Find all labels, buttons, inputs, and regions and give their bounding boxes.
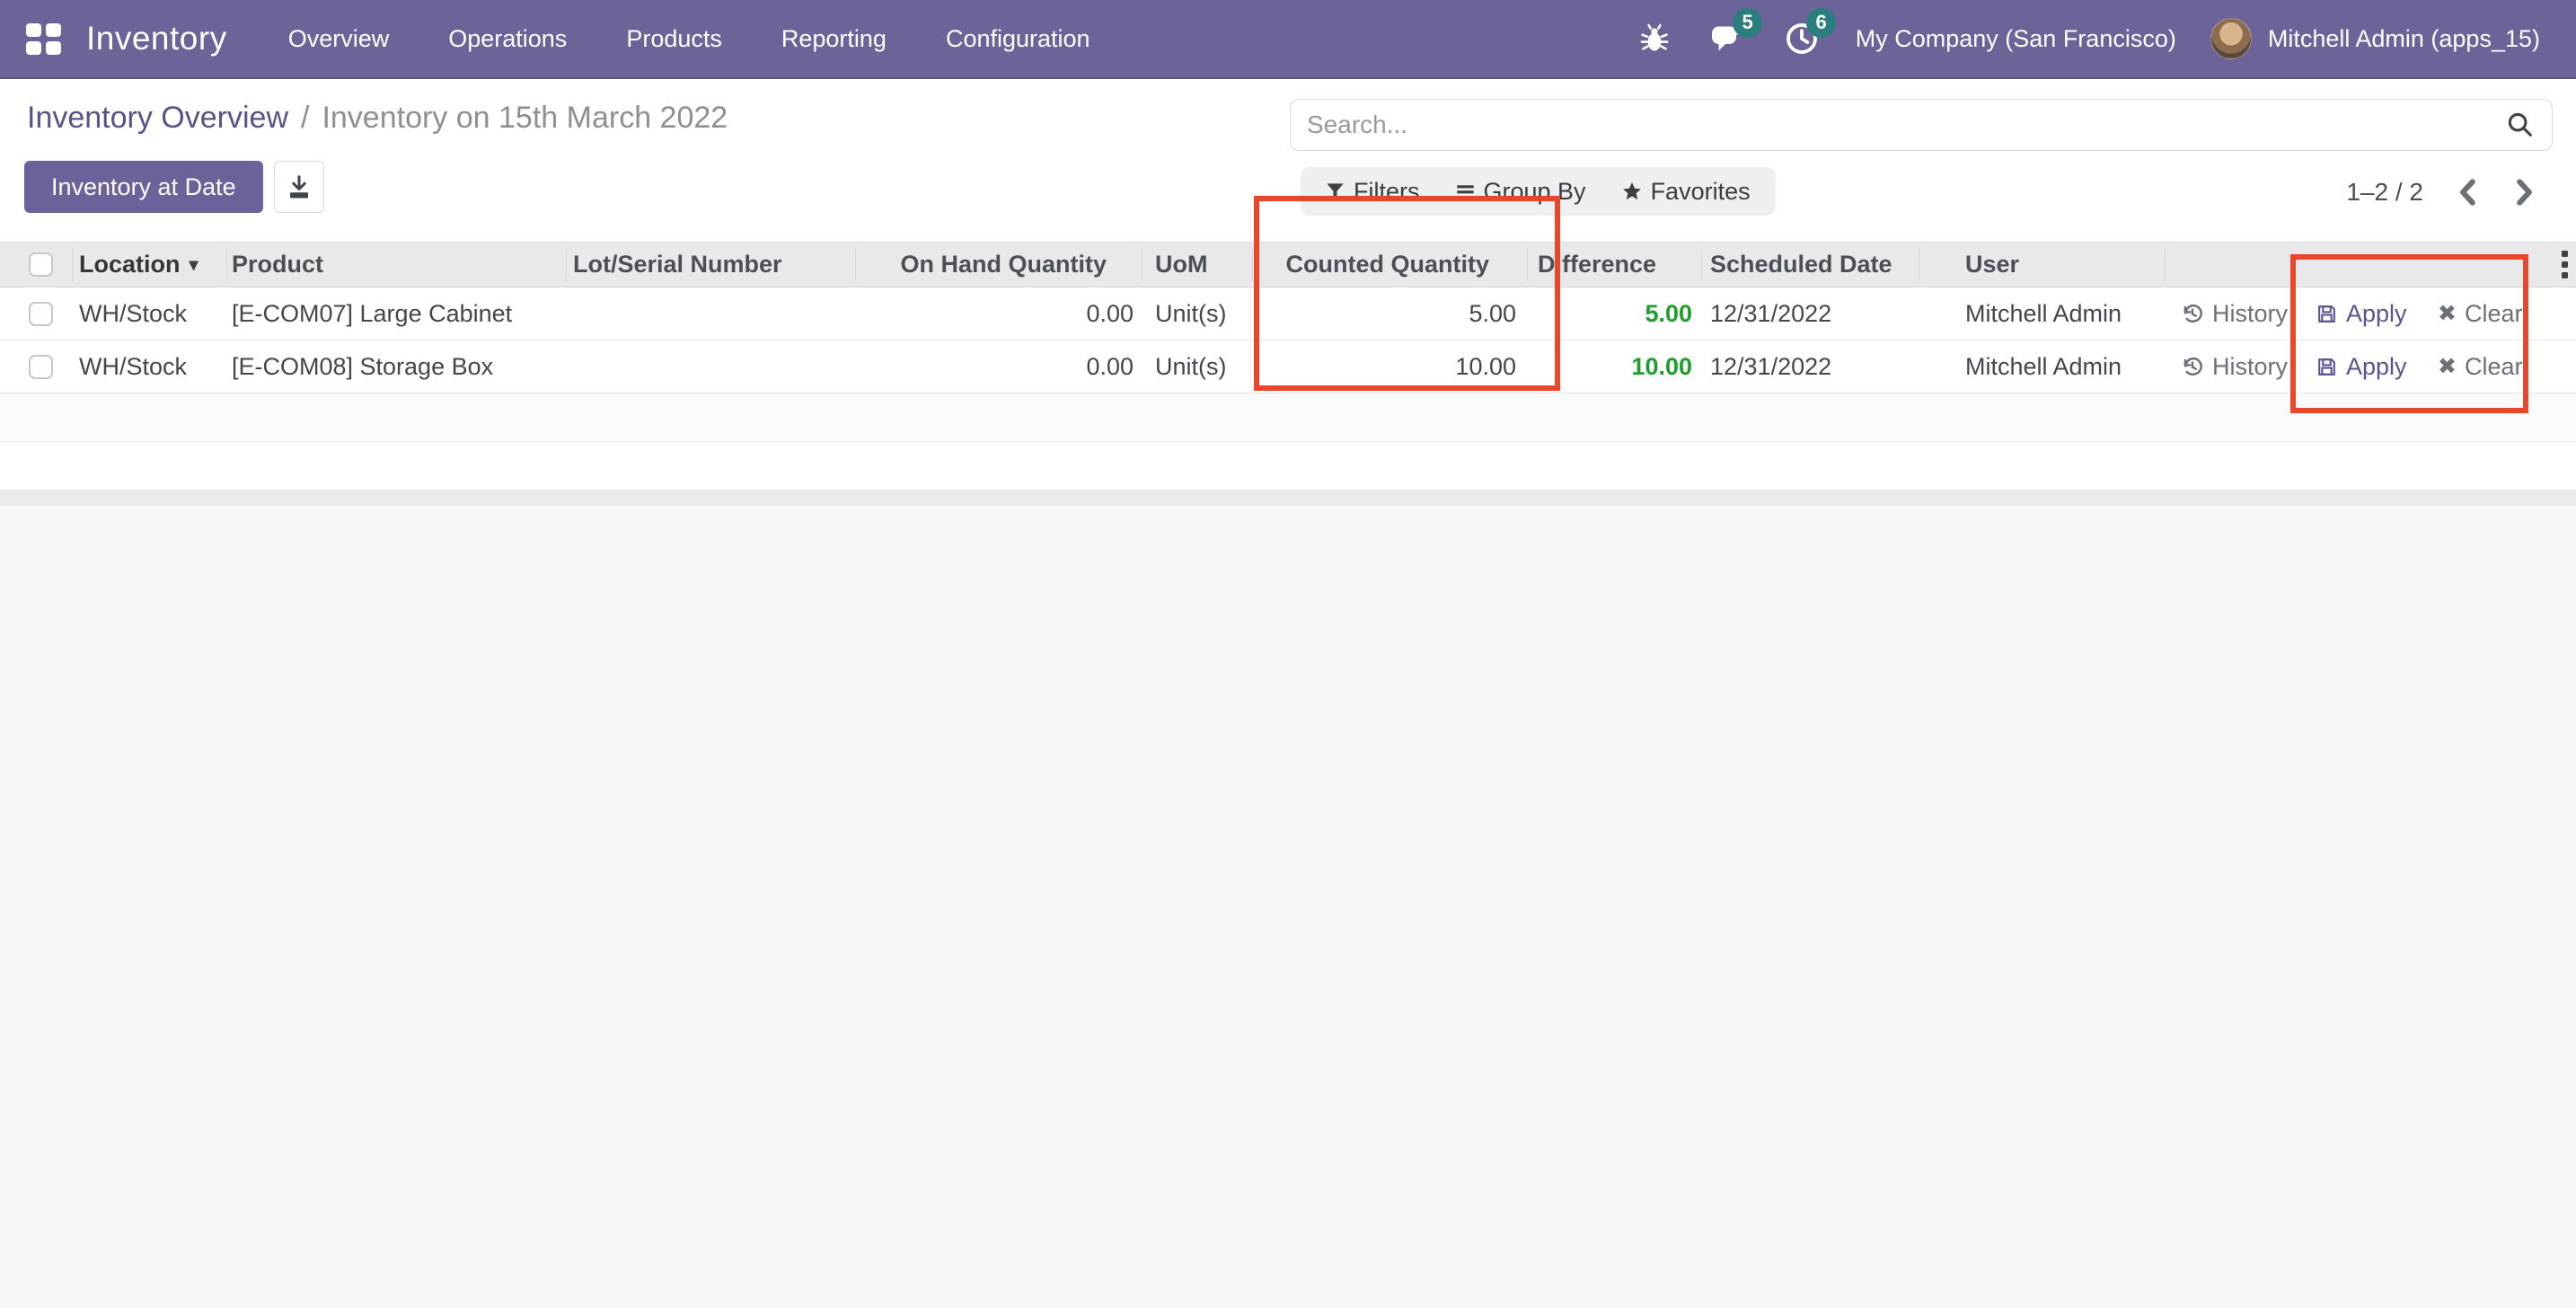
cell-scheduled-date[interactable]: 12/31/2022 [1710, 287, 1913, 340]
download-icon [286, 173, 313, 200]
column-header-difference[interactable]: Difference [1538, 243, 1692, 287]
breadcrumb: Inventory Overview / Inventory on 15th M… [27, 101, 728, 136]
cell-product[interactable]: [E-COM08] Storage Box [232, 340, 562, 393]
cell-counted[interactable]: 5.00 [1257, 287, 1516, 340]
cell-uom[interactable]: Unit(s) [1155, 340, 1250, 393]
history-button[interactable]: History [2181, 353, 2288, 381]
pager: 1–2 / 2 [2346, 175, 2538, 209]
cell-uom[interactable]: Unit(s) [1155, 287, 1250, 340]
column-header-location[interactable]: Location▾ [79, 243, 223, 287]
clear-button[interactable]: ✖ Clear [2438, 300, 2522, 328]
debug-bug-icon[interactable] [1635, 19, 1674, 58]
user-avatar[interactable] [2210, 18, 2252, 59]
list-header-row: Location▾ Product Lot/Serial Number On H… [0, 242, 2576, 287]
column-header-product[interactable]: Product [232, 243, 562, 287]
breadcrumb-current: Inventory on 15th March 2022 [322, 101, 728, 136]
cell-location[interactable]: WH/Stock [79, 340, 223, 393]
clear-button[interactable]: ✖ Clear [2438, 353, 2522, 381]
menu-configuration[interactable]: Configuration [944, 20, 1092, 58]
menu-operations[interactable]: Operations [446, 20, 569, 58]
cell-product[interactable]: [E-COM07] Large Cabinet [232, 287, 562, 340]
messages-icon[interactable]: 5 [1708, 19, 1748, 58]
apps-menu-icon[interactable] [23, 19, 63, 58]
optional-columns-kebab-icon[interactable] [2553, 243, 2576, 287]
company-switcher[interactable]: My Company (San Francisco) [1856, 25, 2176, 53]
cell-scheduled-date[interactable]: 12/31/2022 [1710, 340, 1913, 393]
breadcrumb-separator: / [301, 101, 309, 136]
search-icon[interactable] [2505, 110, 2536, 140]
history-button[interactable]: History [2181, 300, 2288, 328]
favorites-button[interactable]: Favorites [1622, 178, 1751, 206]
column-header-scheduled-date[interactable]: Scheduled Date [1710, 243, 1913, 287]
user-menu[interactable]: Mitchell Admin (apps_15) [2268, 25, 2540, 53]
column-header-lot-serial[interactable]: Lot/Serial Number [573, 243, 850, 287]
inventory-list: Location▾ Product Lot/Serial Number On H… [0, 242, 2576, 393]
history-icon [2181, 355, 2204, 378]
row-checkbox[interactable] [20, 340, 61, 393]
column-header-on-hand[interactable]: On Hand Quantity [844, 243, 1134, 287]
cell-on-hand[interactable]: 0.00 [844, 340, 1134, 393]
page-background [0, 506, 2576, 1308]
cell-lot-serial[interactable] [573, 287, 850, 340]
filter-funnel-icon [1326, 182, 1345, 201]
cell-on-hand[interactable]: 0.00 [844, 287, 1134, 340]
app-menu: Overview Operations Products Reporting C… [287, 20, 1092, 58]
search-bar [1290, 99, 2553, 151]
group-by-button[interactable]: Group By [1456, 178, 1586, 206]
pager-next-icon[interactable] [2511, 175, 2538, 209]
table-row[interactable]: WH/Stock [E-COM08] Storage Box 0.00 Unit… [0, 340, 2576, 393]
top-navbar: Inventory Overview Operations Products R… [0, 0, 2576, 79]
filters-button[interactable]: Filters [1326, 178, 1420, 206]
cell-difference: 5.00 [1538, 287, 1692, 340]
select-all-checkbox[interactable] [20, 243, 61, 287]
menu-products[interactable]: Products [624, 20, 724, 58]
column-header-counted[interactable]: Counted Quantity [1257, 243, 1516, 287]
group-by-bars-icon [1456, 182, 1475, 201]
apply-button[interactable]: Apply [2316, 353, 2407, 381]
breadcrumb-parent-link[interactable]: Inventory Overview [27, 101, 288, 136]
column-header-user[interactable]: User [1965, 243, 2166, 287]
favorites-star-icon [1622, 181, 1642, 201]
empty-stripe-row [0, 393, 2576, 442]
row-checkbox[interactable] [20, 287, 61, 340]
apply-button[interactable]: Apply [2316, 300, 2407, 328]
clear-x-icon: ✖ [2438, 300, 2457, 327]
sort-caret-down-icon: ▾ [190, 253, 198, 276]
activities-clock-icon[interactable]: 6 [1782, 19, 1822, 58]
activities-badge: 6 [1806, 8, 1835, 38]
app-title[interactable]: Inventory [86, 20, 227, 57]
empty-row [0, 443, 2576, 490]
menu-reporting[interactable]: Reporting [780, 20, 888, 58]
messages-badge: 5 [1733, 8, 1761, 38]
inventory-at-date-button[interactable]: Inventory at Date [24, 161, 263, 213]
cell-location[interactable]: WH/Stock [79, 287, 223, 340]
menu-overview[interactable]: Overview [287, 20, 392, 58]
clear-x-icon: ✖ [2438, 353, 2457, 380]
save-floppy-icon [2316, 303, 2338, 325]
cell-difference: 10.00 [1538, 340, 1692, 393]
search-input[interactable] [1307, 110, 2505, 139]
horizontal-scrollbar[interactable] [0, 490, 2576, 506]
pager-previous-icon[interactable] [2454, 175, 2481, 209]
cell-user[interactable]: Mitchell Admin [1965, 287, 2166, 340]
history-icon [2181, 302, 2204, 325]
cell-lot-serial[interactable] [573, 340, 850, 393]
search-options-bar: Filters Group By Favorites [1301, 167, 1776, 216]
export-button[interactable] [274, 161, 324, 213]
table-row[interactable]: WH/Stock [E-COM07] Large Cabinet 0.00 Un… [0, 287, 2576, 340]
cell-user[interactable]: Mitchell Admin [1965, 340, 2166, 393]
save-floppy-icon [2316, 356, 2338, 378]
column-header-uom[interactable]: UoM [1155, 243, 1250, 287]
pager-range: 1–2 / 2 [2346, 178, 2423, 207]
cell-counted[interactable]: 10.00 [1257, 340, 1516, 393]
